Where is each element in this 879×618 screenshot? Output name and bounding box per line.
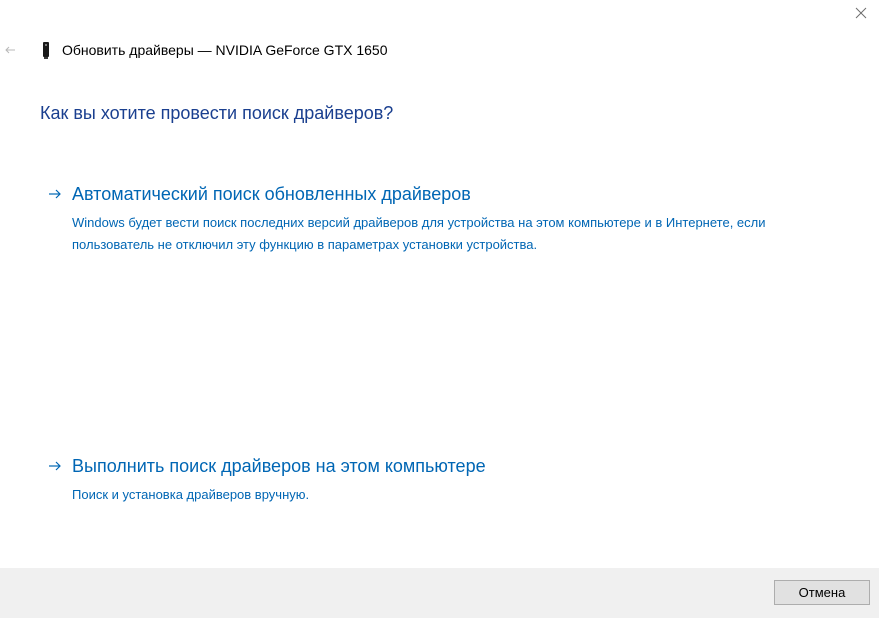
browse-computer-option[interactable]: Выполнить поиск драйверов на этом компью…	[48, 453, 768, 506]
dialog-footer: Отмена	[0, 568, 879, 618]
auto-search-option-head[interactable]: Автоматический поиск обновленных драйвер…	[48, 181, 768, 207]
gpu-device-icon	[40, 41, 52, 59]
auto-search-option-description: Windows будет вести поиск последних верс…	[72, 215, 766, 252]
arrow-right-icon	[48, 459, 62, 473]
close-icon	[855, 7, 867, 19]
browse-computer-option-title[interactable]: Выполнить поиск драйверов на этом компью…	[72, 456, 486, 477]
search-question-heading: Как вы хотите провести поиск драйверов?	[40, 103, 394, 123]
dialog-header: Обновить драйверы — NVIDIA GeForce GTX 1…	[40, 40, 388, 60]
update-drivers-dialog: Обновить драйверы — NVIDIA GeForce GTX 1…	[0, 0, 879, 618]
back-arrow-icon	[5, 46, 15, 54]
dialog-title: Обновить драйверы — NVIDIA GeForce GTX 1…	[62, 42, 388, 58]
back-button[interactable]	[2, 40, 18, 60]
auto-search-option-title[interactable]: Автоматический поиск обновленных драйвер…	[72, 184, 471, 205]
close-button[interactable]	[847, 2, 875, 24]
cancel-button[interactable]: Отмена	[774, 580, 870, 605]
browse-computer-option-head[interactable]: Выполнить поиск драйверов на этом компью…	[48, 453, 768, 479]
auto-search-option[interactable]: Автоматический поиск обновленных драйвер…	[48, 181, 768, 256]
arrow-right-icon	[48, 187, 62, 201]
browse-computer-option-description: Поиск и установка драйверов вручную.	[72, 487, 310, 502]
